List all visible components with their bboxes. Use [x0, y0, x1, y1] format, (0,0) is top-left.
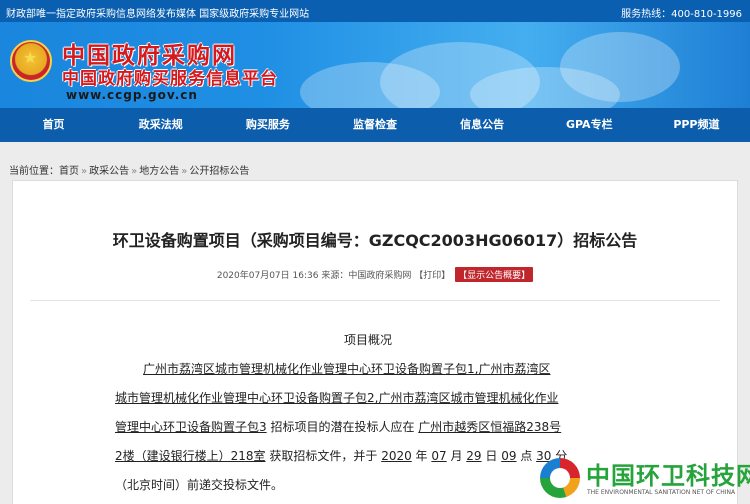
body-line: 广州市荔湾区城市管理机械化作业管理中心环卫设备购置子包1,广州市荔湾区: [143, 360, 550, 377]
nav-regulations[interactable]: 政采法规: [107, 108, 214, 142]
breadcrumb-separator: »: [181, 166, 188, 177]
project-name: 城市管理机械化作业管理中心环卫设备购置子包2,广州市荔湾区城市管理机械化作业: [115, 391, 559, 405]
breadcrumb-separator: »: [81, 166, 88, 177]
watermark-logo-icon: [540, 458, 580, 498]
breadcrumb-home[interactable]: 首页: [59, 166, 79, 177]
article-title: 环卫设备购置项目（采购项目编号：GZCQC2003HG06017）招标公告: [112, 231, 638, 250]
body-text: 招标项目的潜在投标人应在: [266, 420, 419, 434]
body-text: 日: [481, 449, 502, 463]
deadline-month: 07: [431, 449, 447, 463]
project-name: 管理中心环卫设备购置子包3: [115, 420, 267, 434]
nav-gpa[interactable]: GPA专栏: [536, 108, 643, 142]
divider: [30, 300, 720, 301]
nav-supervision[interactable]: 监督检查: [321, 108, 428, 142]
main-nav: 首页 政采法规 购买服务 监督检查 信息公告 GPA专栏 PPP频道: [0, 108, 750, 142]
body-text: 点: [516, 449, 537, 463]
site-logo-subtitle: 中国政府购买服务信息平台: [62, 69, 278, 89]
publish-date: 2020年07月07日 16:36: [216, 271, 319, 281]
breadcrumb-label: 当前位置：: [9, 166, 59, 177]
breadcrumb-open-tender[interactable]: 公开招标公告: [189, 166, 249, 177]
print-link[interactable]: 【打印】: [414, 271, 450, 281]
body-text: （北京时间）前递交投标文件。: [115, 478, 284, 492]
body-line: 管理中心环卫设备购置子包3 招标项目的潜在投标人应在 广州市越秀区恒福路238号: [115, 418, 561, 435]
nav-home[interactable]: 首页: [0, 108, 107, 142]
nav-ppp[interactable]: PPP频道: [643, 108, 750, 142]
body-line: 城市管理机械化作业管理中心环卫设备购置子包2,广州市荔湾区城市管理机械化作业: [115, 389, 558, 406]
breadcrumb-local-announcements[interactable]: 地方公告: [139, 166, 179, 177]
article-meta: 2020年07月07日 16:36 来源：中国政府采购网 【打印】 【显示公告概…: [0, 267, 750, 282]
body-line: 2楼（建设银行楼上）218室 获取招标文件，并于 2020 年 07 月 29 …: [115, 447, 567, 464]
watermark-title: 中国环卫科技网: [586, 462, 750, 490]
section-title: 项目概况: [344, 333, 393, 347]
header-banner: ★ 中国政府采购网 中国政府购买服务信息平台 www.ccgp.gov.cn: [0, 22, 750, 108]
source-name: 中国政府采购网: [348, 271, 412, 281]
deadline-year: 2020: [381, 449, 412, 463]
site-notice: 财政部唯一指定政府采购信息网络发布媒体 国家级政府采购专业网站: [6, 9, 310, 20]
service-hotline: 服务热线：400-810-1996: [621, 9, 742, 20]
document-address: 广州市越秀区恒福路238号: [418, 420, 562, 434]
breadcrumb-gov-announcements[interactable]: 政采公告: [89, 166, 129, 177]
watermark-subtitle: THE ENVIRONMENTAL SANITATION NET OF CHIN…: [587, 489, 736, 496]
nav-purchase-services[interactable]: 购买服务: [214, 108, 321, 142]
body-line: （北京时间）前递交投标文件。: [115, 476, 283, 493]
body-text: 年: [411, 449, 432, 463]
show-summary-button[interactable]: 【显示公告概要】: [455, 267, 534, 282]
site-url: www.ccgp.gov.cn: [66, 88, 198, 102]
breadcrumb: 当前位置：首页» 政采公告» 地方公告» 公开招标公告: [9, 162, 249, 177]
deadline-hour: 09: [501, 449, 517, 463]
national-emblem-icon: ★: [10, 40, 52, 82]
top-bar: 财政部唯一指定政府采购信息网络发布媒体 国家级政府采购专业网站 服务热线：400…: [0, 0, 750, 22]
body-text: 月: [446, 449, 467, 463]
source-label: 来源：: [321, 271, 349, 281]
body-text: 获取招标文件，并于: [265, 449, 382, 463]
watermark: 中国环卫科技网 THE ENVIRONMENTAL SANITATION NET…: [540, 456, 750, 504]
document-address: 2楼（建设银行楼上）218室: [115, 449, 266, 463]
project-name: 广州市荔湾区城市管理机械化作业管理中心环卫设备购置子包1,广州市荔湾区: [143, 362, 551, 376]
breadcrumb-separator: »: [131, 166, 138, 177]
deadline-day: 29: [466, 449, 482, 463]
nav-announcements[interactable]: 信息公告: [429, 108, 536, 142]
